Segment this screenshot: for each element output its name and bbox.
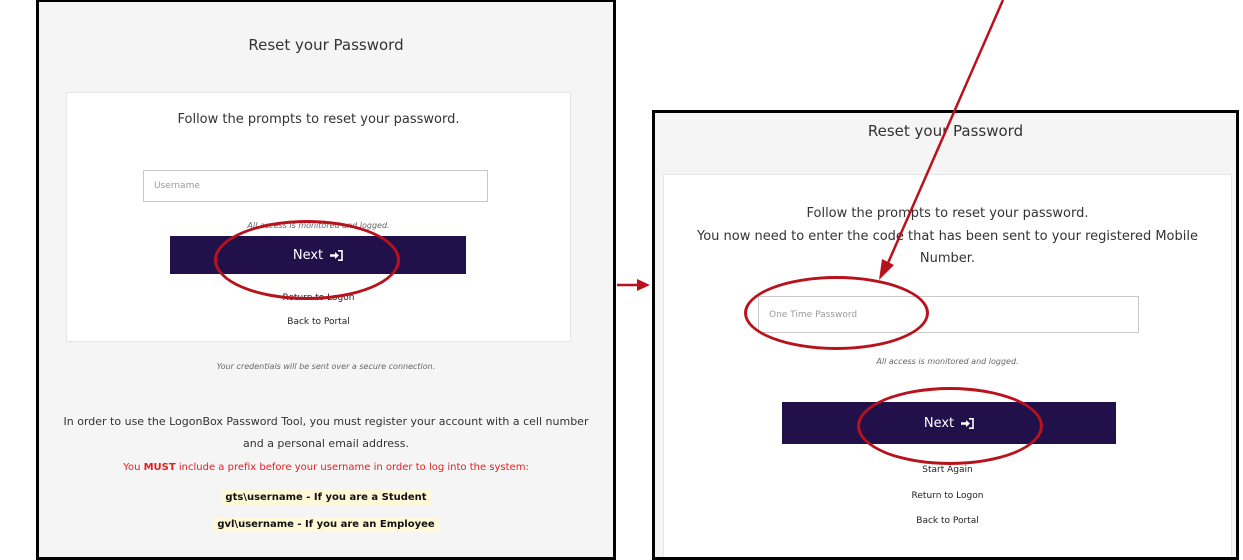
prompt-text: Follow the prompts to reset your passwor… (177, 112, 460, 127)
employee-prefix-note: gvl\username - If you are an Employee (39, 512, 613, 532)
secure-notice: Your credentials will be sent over a sec… (216, 362, 436, 371)
prefix-warning-start: You (123, 462, 144, 473)
access-notice: All access is monitored and logged. (876, 357, 1019, 366)
access-notice: All access is monitored and logged. (247, 221, 390, 230)
student-prefix-note: gts\username - If you are a Student (39, 485, 613, 505)
start-again-link[interactable]: Start Again (664, 465, 1231, 475)
info-line-2: and a personal email address. (243, 437, 409, 450)
otp-field[interactable] (758, 296, 1139, 333)
prefix-warning: You MUST include a prefix before your us… (39, 462, 613, 473)
prefix-warning-emphasis: MUST (143, 462, 176, 473)
reset-card: Follow the prompts to reset your passwor… (66, 92, 571, 342)
code-instruction-line-1: You now need to enter the code that has … (697, 229, 1198, 244)
prompt-text: Follow the prompts to reset your passwor… (806, 206, 1089, 221)
next-button-label: Next (292, 247, 324, 263)
next-button-label: Next (923, 415, 955, 431)
otp-input[interactable] (769, 309, 1138, 320)
page-title: Reset your Password (248, 36, 404, 54)
return-to-logon-link[interactable]: Return to Logon (67, 293, 570, 303)
next-button[interactable]: Next (782, 402, 1116, 444)
info-line-1: In order to use the LogonBox Password To… (63, 415, 589, 428)
left-screenshot-panel: Reset your Password Follow the prompts t… (36, 0, 616, 560)
connector-arrowhead (637, 279, 650, 291)
sign-in-icon (330, 249, 343, 261)
next-button[interactable]: Next (170, 236, 466, 274)
employee-prefix-text: gvl\username - If you are an Employee (213, 517, 439, 532)
page-title: Reset your Password (867, 122, 1024, 140)
username-input[interactable] (154, 181, 487, 191)
username-field[interactable] (143, 170, 488, 202)
student-prefix-text: gts\username - If you are a Student (221, 490, 431, 505)
back-to-portal-link[interactable]: Back to Portal (664, 516, 1231, 526)
code-instruction-line-2: Number. (919, 251, 976, 266)
return-to-logon-link[interactable]: Return to Logon (664, 491, 1231, 501)
back-to-portal-link[interactable]: Back to Portal (67, 317, 570, 327)
sign-in-icon (961, 417, 974, 429)
right-screenshot-panel: Reset your Password Follow the prompts t… (652, 110, 1239, 560)
reset-card: Follow the prompts to reset your passwor… (663, 174, 1232, 557)
prefix-warning-end: include a prefix before your username in… (175, 462, 529, 473)
